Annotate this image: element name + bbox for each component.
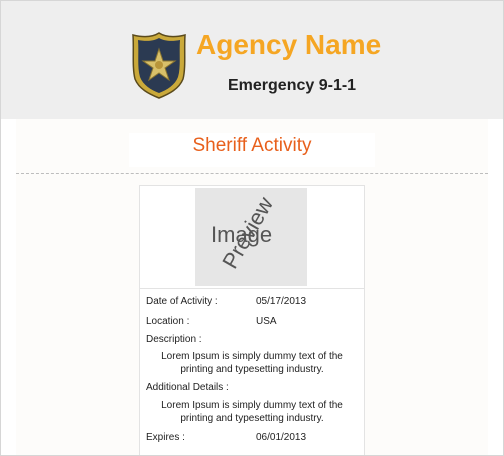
description-line-1: Lorem Ipsum is simply dummy text of the: [161, 351, 343, 362]
location-value: USA: [256, 316, 277, 327]
additional-details-label: Additional Details :: [146, 382, 229, 393]
date-value: 05/17/2013: [256, 296, 307, 307]
header: Agency Name Emergency 9-1-1: [1, 1, 503, 119]
activity-card: Image Preview Date of Activity : 05/17/2…: [139, 185, 365, 455]
expires-label: Expires :: [146, 432, 185, 443]
agency-name: Agency Name: [196, 29, 382, 60]
date-label: Date of Activity :: [146, 296, 218, 307]
expires-value: 06/01/2013: [256, 432, 307, 443]
page-title: Sheriff Activity: [192, 135, 312, 156]
description-label: Description :: [146, 334, 202, 345]
title-box: Sheriff Activity: [129, 133, 375, 167]
image-preview-placeholder: Image Preview: [195, 188, 307, 286]
location-label: Location :: [146, 316, 190, 327]
description-line-2: printing and typesetting industry.: [180, 364, 324, 375]
additional-details-line-1: Lorem Ipsum is simply dummy text of the: [161, 400, 343, 411]
sheriff-badge-icon: [132, 32, 186, 99]
image-area: Image Preview: [140, 186, 364, 289]
additional-details-line-2: printing and typesetting industry.: [180, 413, 324, 424]
dashed-divider: [16, 173, 488, 174]
flyer-frame: Agency Name Emergency 9-1-1 Sheriff Acti…: [0, 0, 504, 456]
emergency-subtitle: Emergency 9-1-1: [228, 77, 357, 94]
